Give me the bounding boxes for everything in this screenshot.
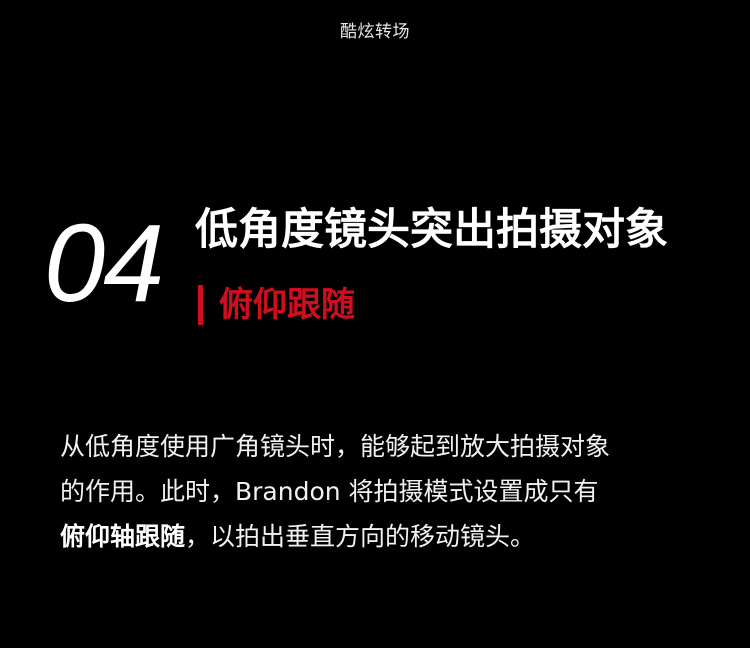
subtitle-row: 俯仰跟随 [198,283,355,327]
body-line-1: 从低角度使用广角镜头时，能够起到放大拍摄对象 [60,432,611,461]
body-line-2: 的作用。此时，Brandon 将拍摄模式设置成只有 [60,477,599,506]
section-title: 低角度镜头突出拍摄对象 [195,205,668,255]
section-number: 04 [44,202,164,325]
accent-bar [198,285,203,325]
body-highlight: 俯仰轴跟随 [60,522,186,551]
body-paragraph: 从低角度使用广角镜头时，能够起到放大拍摄对象 的作用。此时，Brandon 将拍… [60,424,700,559]
section-subtitle: 俯仰跟随 [219,285,355,325]
header-label: 酷炫转场 [340,22,410,42]
body-line-3-rest: ，以拍出垂直方向的移动镜头。 [185,522,536,551]
body-line-3: 俯仰轴跟随，以拍出垂直方向的移动镜头。 [60,514,700,559]
